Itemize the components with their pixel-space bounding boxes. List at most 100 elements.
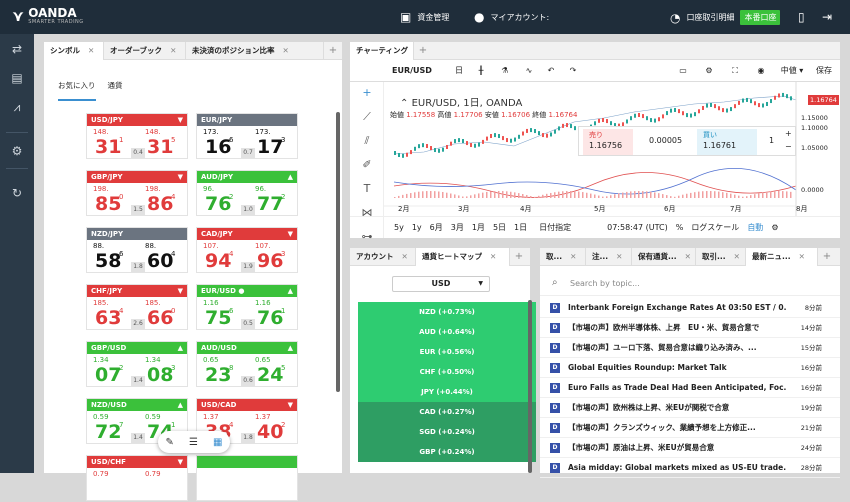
add-tab-icon[interactable]: + [818,248,836,265]
symbol-selector[interactable]: EUR/USD [384,66,448,75]
percent-toggle[interactable]: % [676,223,684,232]
subtab-favorites[interactable]: お気に入り [58,80,96,101]
qty-increase-icon[interactable]: + [785,129,792,138]
camera-icon[interactable]: ◉ [748,66,774,75]
sell-price[interactable]: 88. 58 6 [87,240,137,274]
symbol-tile[interactable]: GBP/USD ▲ 1.34 07 2 1.4 1.34 08 3 [86,341,188,387]
grid-icon[interactable]: ▦ [213,437,222,448]
symbol-tile[interactable]: AUD/USD ▲ 0.65 23 8 0.6 0.65 24 5 [196,341,298,387]
tab-orderbook[interactable]: オーダーブック ✕ [104,42,186,60]
analysis-icon[interactable]: ⩘ [9,100,25,114]
sell-price[interactable]: 173. 16 6 [197,126,247,160]
tab-heatmap[interactable]: 通貨ヒートマップ ✕ [416,248,510,266]
trade-icon[interactable]: ⇄ [9,42,25,56]
sell-price[interactable]: 96. 76 2 [197,183,247,217]
news-item[interactable]: D 【市場の声】欧州株は上昇、米EUが関税で合意 19分前 [540,398,840,418]
sell-price[interactable]: 0.59 72 7 [87,411,137,445]
heatmap-row[interactable]: CAD (+0.27%) [358,402,536,422]
range-1y[interactable]: 1y [412,223,422,232]
oanda-logo[interactable]: ⋎ OANDA SMARTER TRADING [12,7,84,25]
heatmap-row[interactable]: SGD (+0.24%) [358,422,536,442]
search-input[interactable]: Search by topic... [570,279,640,288]
buy-price[interactable]: 185. 66 0 [139,297,189,331]
tab-positions[interactable]: 保有通貨... ✕ [632,248,696,266]
sell-price[interactable]: 198. 85 0 [87,183,137,217]
symbol-tile[interactable]: AUD/JPY ▲ 96. 76 2 1.0 96. 77 2 [196,170,298,216]
symbol-tile[interactable]: GBP/JPY ▼ 198. 85 0 1.5 198. 86 4 [86,170,188,216]
news-item[interactable]: D 【市場の声】クランズウィック、業績予想を上方修正... 21分前 [540,418,840,438]
buy-price[interactable]: 198. 86 4 [139,183,189,217]
tab-history[interactable]: 取引... ✕ [696,248,746,266]
close-icon[interactable]: ✕ [570,248,576,266]
redo-icon[interactable]: ↷ [562,66,584,75]
symbol-tile[interactable]: NZD/JPY 88. 58 6 1.8 88. 60 4 [86,227,188,273]
sell-price[interactable]: 0.65 23 8 [197,354,247,388]
brush-icon[interactable]: ✐ [360,158,374,172]
account-button[interactable]: ● マイアカウント: [474,10,549,24]
price-mode-selector[interactable]: 中値 ▾ [774,65,810,76]
buy-button[interactable]: 買い 1.16761 [697,129,757,155]
sell-button[interactable]: 売り 1.16756 [583,129,633,155]
funds-button[interactable]: ▣ 資金管理 [400,10,449,24]
news-item[interactable]: D 【市場の声】ユーロ下落、貿易合意は織り込み済み、... 15分前 [540,338,840,358]
heatmap-row[interactable]: EUR (+0.56%) [358,342,536,362]
tab-trades[interactable]: 取... ✕ [540,248,586,266]
add-tab-icon[interactable]: + [414,42,432,59]
layout-icon[interactable]: ▭ [670,66,696,75]
add-tab-icon[interactable]: + [324,42,342,59]
add-tab-icon[interactable]: + [510,248,528,265]
range-5d[interactable]: 5日 [493,222,506,233]
range-5y[interactable]: 5y [394,223,404,232]
buy-price[interactable]: 173. 17 3 [249,126,299,160]
buy-price[interactable]: 1.37 40 2 [249,411,299,445]
interval-selector[interactable]: 日 [448,65,470,76]
range-6m[interactable]: 6月 [430,222,443,233]
symbol-tile[interactable]: CAD/JPY ▼ 107. 94 4 1.9 107. 96 3 [196,227,298,273]
subtab-currencies[interactable]: 通貨 [108,80,123,101]
log-scale-toggle[interactable]: ログスケール [691,222,739,233]
buy-price[interactable] [249,468,299,502]
go-to-date-button[interactable]: 日付指定 [539,222,571,233]
fib-icon[interactable]: ⫽ [360,134,374,148]
qty-decrease-icon[interactable]: − [785,142,792,151]
news-item[interactable]: D 【市場の声】欧州半導体株、上昇 EU・米、貿易合意で 14分前 [540,318,840,338]
sell-price[interactable]: 0.79 [87,468,137,502]
buy-price[interactable]: 0.79 [139,468,189,502]
sell-price[interactable]: 148. 31 1 [87,126,137,160]
close-icon[interactable]: ✕ [283,42,289,60]
heatmap-row[interactable]: JPY (+0.44%) [358,382,536,402]
settings-icon[interactable]: ⚙ [9,144,25,158]
buy-price[interactable]: 96. 77 2 [249,183,299,217]
candle-type-icon[interactable]: ╫ [470,66,492,75]
heatmap-row[interactable]: CHF (+0.50%) [358,362,536,382]
close-icon[interactable]: ✕ [685,248,691,266]
buy-price[interactable]: 1.16 76 1 [249,297,299,331]
sell-price[interactable] [197,468,247,502]
scrollbar[interactable] [528,300,532,473]
range-1m[interactable]: 1月 [472,222,485,233]
news-item[interactable]: D Asia midday: Global markets mixed as US… [540,458,840,478]
chart-settings-icon[interactable]: ⚙ [696,66,722,75]
undo-icon[interactable]: ↶ [540,66,562,75]
fullscreen-icon[interactable]: ⛶ [722,66,748,76]
range-3m[interactable]: 3月 [451,222,464,233]
buy-price[interactable]: 148. 31 5 [139,126,189,160]
sell-price[interactable]: 1.34 07 2 [87,354,137,388]
tab-symbols[interactable]: シンボル ✕ [44,42,104,60]
tab-position-ratio[interactable]: 未決済のポジション比率 ✕ [186,42,324,60]
refresh-icon[interactable]: ↻ [9,186,25,200]
pencil-icon[interactable]: ✎ [166,437,174,448]
range-1d[interactable]: 1日 [514,222,527,233]
sell-price[interactable]: 185. 63 4 [87,297,137,331]
news-item[interactable]: D Interbank Foreign Exchange Rates At 03:… [540,298,840,318]
close-icon[interactable]: ✕ [799,248,805,266]
close-icon[interactable]: ✕ [490,248,496,266]
base-currency-select[interactable]: USD ▼ [392,276,490,292]
list-icon[interactable]: ☰ [189,437,198,448]
close-icon[interactable]: ✕ [88,42,94,60]
newspaper-icon[interactable]: ▤ [9,71,25,85]
close-icon[interactable]: ✕ [616,248,622,266]
close-icon[interactable]: ✕ [170,42,176,60]
auto-scale-toggle[interactable]: 自動 [747,222,763,233]
tab-news[interactable]: 最新ニュ... ✕ [746,248,818,266]
